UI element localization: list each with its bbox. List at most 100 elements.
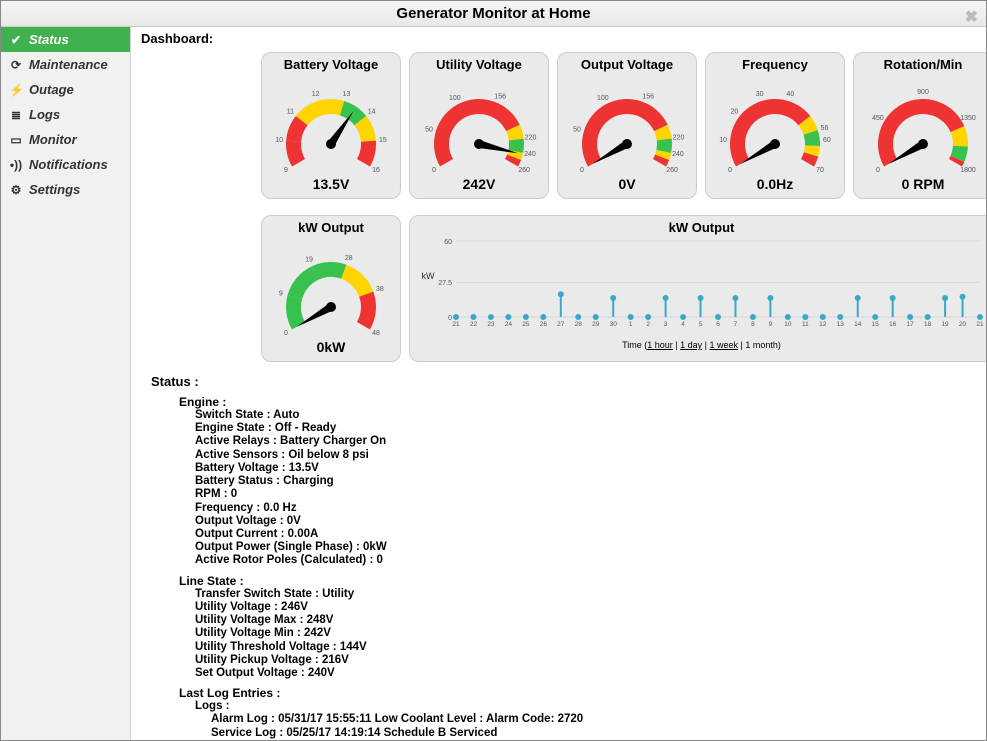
svg-text:0: 0 <box>432 167 436 174</box>
svg-text:16: 16 <box>889 321 897 328</box>
gauge-dial: 045090013501800 <box>858 74 986 174</box>
svg-text:40: 40 <box>786 91 794 98</box>
status-section: Status :Engine :Switch State : AutoEngin… <box>151 374 976 740</box>
svg-text:14: 14 <box>854 321 862 328</box>
engine-item: Battery Voltage : 13.5V <box>195 462 976 475</box>
svg-text:100: 100 <box>449 95 461 102</box>
chart-title: kW Output <box>416 220 986 235</box>
sidebar-item-settings[interactable]: ⚙ Settings <box>1 177 130 202</box>
gauge-frequency: Frequency0102030405660700.0Hz <box>705 52 845 199</box>
svg-text:kW: kW <box>422 271 436 281</box>
svg-text:260: 260 <box>518 167 530 174</box>
svg-text:60: 60 <box>444 239 452 246</box>
sidebar-item-label: Maintenance <box>29 57 108 72</box>
time-1day[interactable]: 1 day <box>680 340 702 350</box>
svg-text:220: 220 <box>525 135 537 142</box>
gauge-output-voltage: Output Voltage0501001562202402600V <box>557 52 697 199</box>
log-entry: Service Log : 05/25/17 14:19:14 Schedule… <box>211 727 976 740</box>
dashboard-heading: Dashboard: <box>141 31 976 46</box>
svg-text:240: 240 <box>524 151 536 158</box>
svg-text:18: 18 <box>924 321 932 328</box>
sidebar-item-status[interactable]: ✔Status <box>1 27 130 52</box>
sidebar-item-notifications[interactable]: •))Notifications <box>1 152 130 177</box>
svg-text:100: 100 <box>597 95 609 102</box>
time-1hour[interactable]: 1 hour <box>647 340 673 350</box>
svg-text:9: 9 <box>769 321 773 328</box>
time-1week[interactable]: 1 week <box>710 340 739 350</box>
svg-text:50: 50 <box>573 126 581 133</box>
app-title: Generator Monitor at Home <box>396 5 590 22</box>
line-state-item: Utility Pickup Voltage : 216V <box>195 654 976 667</box>
svg-text:21: 21 <box>976 321 984 328</box>
sidebar-item-outage[interactable]: ⚡ Outage <box>1 77 130 102</box>
svg-text:12: 12 <box>312 91 320 98</box>
line-state-item: Utility Voltage Max : 248V <box>195 614 976 627</box>
sidebar-item-label: Monitor <box>29 132 77 147</box>
svg-text:38: 38 <box>376 286 384 293</box>
svg-text:70: 70 <box>816 167 824 174</box>
status-heading: Status : <box>151 374 976 389</box>
engine-heading: Engine : <box>179 395 976 409</box>
gauge-title: kW Output <box>298 220 364 235</box>
outage-icon: ⚡ <box>9 83 23 97</box>
svg-text:24: 24 <box>505 321 513 328</box>
gauge-dial: 910111213141516 <box>266 74 396 174</box>
svg-text:27.5: 27.5 <box>438 280 452 287</box>
gauge-value: 13.5V <box>313 176 350 192</box>
svg-text:27: 27 <box>557 321 565 328</box>
gauge-value: 0.0Hz <box>757 176 794 192</box>
settings-gear-icon[interactable]: ✖ <box>965 5 978 31</box>
sidebar-item-logs[interactable]: ≣Logs <box>1 102 130 127</box>
svg-text:7: 7 <box>734 321 738 328</box>
svg-text:13: 13 <box>342 91 350 98</box>
sidebar-item-label: Logs <box>29 107 60 122</box>
svg-text:25: 25 <box>522 321 530 328</box>
svg-text:48: 48 <box>372 330 380 337</box>
engine-item: Active Sensors : Oil below 8 psi <box>195 449 976 462</box>
gauge-title: Utility Voltage <box>436 57 522 72</box>
svg-text:900: 900 <box>917 89 929 96</box>
svg-text:0: 0 <box>876 167 880 174</box>
svg-text:156: 156 <box>494 93 506 100</box>
sidebar: ✔Status⟳Maintenance ⚡ Outage ≣Logs ▭ Monitor •… <box>1 27 131 740</box>
gauge-utility-voltage: Utility Voltage050100156220240260242V <box>409 52 549 199</box>
svg-text:0: 0 <box>580 167 584 174</box>
svg-text:4: 4 <box>681 321 685 328</box>
svg-text:8: 8 <box>751 321 755 328</box>
svg-text:50: 50 <box>425 126 433 133</box>
svg-text:10: 10 <box>719 137 727 144</box>
sidebar-item-label: Outage <box>29 82 74 97</box>
time-1month[interactable]: 1 month <box>745 340 778 350</box>
line-state-item: Utility Threshold Voltage : 144V <box>195 641 976 654</box>
svg-text:9: 9 <box>279 290 283 297</box>
log-entry: Alarm Log : 05/31/17 15:55:11 Low Coolan… <box>211 713 976 726</box>
svg-text:2: 2 <box>646 321 650 328</box>
line-state-item: Set Output Voltage : 240V <box>195 667 976 680</box>
gauge-dial: 0919283848 <box>266 237 396 337</box>
svg-text:60: 60 <box>823 137 831 144</box>
settings-icon: ⚙ <box>9 183 23 197</box>
sidebar-item-monitor[interactable]: ▭ Monitor <box>1 127 130 152</box>
engine-item: Active Relays : Battery Charger On <box>195 435 976 448</box>
svg-text:3: 3 <box>664 321 668 328</box>
svg-text:15: 15 <box>872 321 880 328</box>
kw-output-chart: kW Output027.560kW2122232425262728293012… <box>409 215 986 362</box>
svg-text:28: 28 <box>345 255 353 262</box>
gauge-kw-output: kW Output09192838480kW <box>261 215 401 362</box>
sidebar-item-maintenance[interactable]: ⟳Maintenance <box>1 52 130 77</box>
sidebar-item-label: Settings <box>29 182 80 197</box>
line-state-item: Utility Voltage : 246V <box>195 601 976 614</box>
svg-text:450: 450 <box>872 115 884 122</box>
lastlog-heading: Last Log Entries : <box>179 686 976 700</box>
svg-text:15: 15 <box>379 137 387 144</box>
logs-subheading: Logs : <box>195 700 976 713</box>
svg-text:1350: 1350 <box>960 115 976 122</box>
engine-item: Output Power (Single Phase) : 0kW <box>195 541 976 554</box>
title-bar: Generator Monitor at Home ✖ <box>1 1 986 27</box>
monitor-icon: ▭ <box>9 133 23 147</box>
svg-text:23: 23 <box>487 321 495 328</box>
gauge-row: Battery Voltage91011121314151613.5VUtili… <box>261 52 976 362</box>
notifications-icon: •)) <box>9 158 23 172</box>
svg-text:12: 12 <box>819 321 827 328</box>
svg-text:1: 1 <box>629 321 633 328</box>
